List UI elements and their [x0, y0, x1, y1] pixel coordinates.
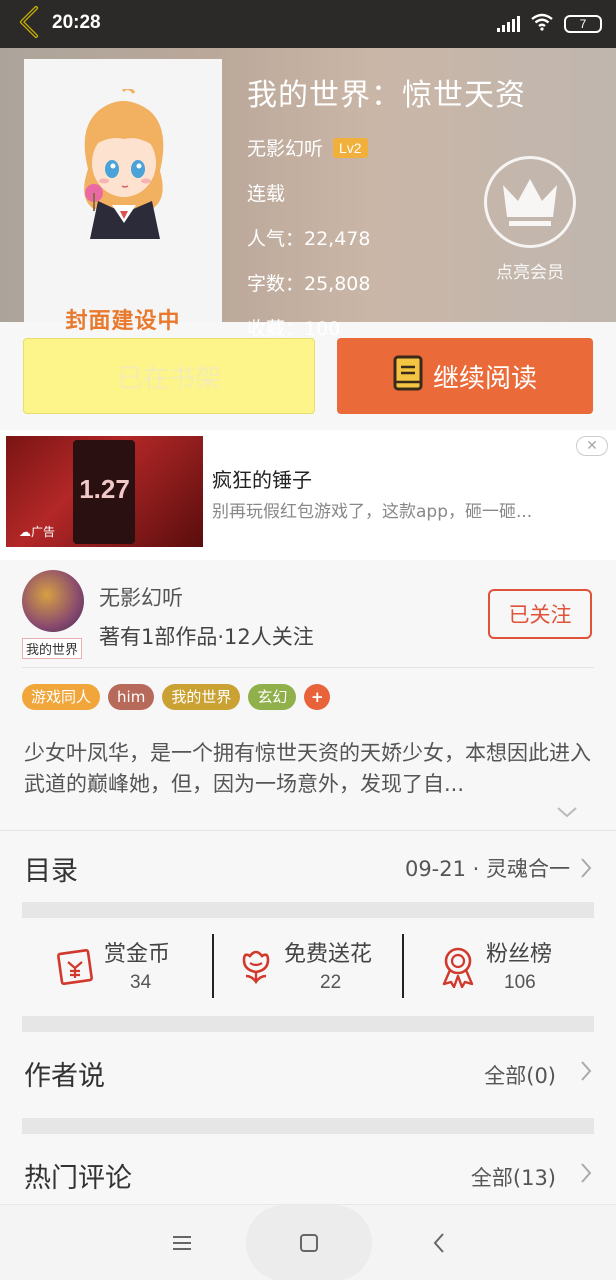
- book-author[interactable]: 无影幻听: [247, 134, 323, 161]
- ad-tag: ☁广告: [19, 525, 56, 539]
- avatar[interactable]: [22, 570, 84, 632]
- hot-comments-count[interactable]: 全部(13): [471, 1162, 556, 1192]
- medal-icon: [438, 946, 478, 992]
- ad-image-number: 1.27: [79, 474, 130, 504]
- tag-item[interactable]: 游戏同人: [22, 684, 101, 710]
- author-stats: 著有1部作品·12人关注: [99, 625, 314, 649]
- author-says-label: 作者说: [24, 1061, 105, 1092]
- status-bar: 20:28 7: [0, 0, 616, 48]
- stat-name: 免费送花: [284, 942, 373, 967]
- status-time: 20:28: [52, 12, 101, 33]
- ad-image[interactable]: 1.27 ☁广告: [6, 436, 203, 547]
- reward-coins-stat[interactable]: 赏金币 34: [56, 936, 196, 1002]
- cover-placeholder-text: 封面建设中: [65, 309, 181, 334]
- ad-banner[interactable]: 1.27 ☁广告 疯狂的锤子 别再玩假红包游戏了，这款app，砸一砸... ✕: [0, 430, 616, 560]
- stat-divider: [212, 934, 214, 998]
- ad-description[interactable]: 别再玩假红包游戏了，这款app，砸一砸...: [212, 497, 592, 522]
- battery-icon: 7: [564, 15, 602, 33]
- signal-icon: [497, 16, 520, 32]
- divider: [22, 667, 594, 668]
- book-description[interactable]: 少女叶凤华，是一个拥有惊世天资的天娇少女，本想因此进入武道的巅峰她，但，因为一场…: [24, 738, 592, 800]
- stat-value: 22: [320, 972, 342, 993]
- stat-divider: [402, 934, 404, 998]
- chevron-right-icon: [580, 1162, 592, 1188]
- book-cover[interactable]: 封面建设中: [24, 59, 222, 334]
- author-level-badge: Lv2: [333, 137, 368, 158]
- flower-icon: [236, 946, 276, 990]
- avatar-tag: 我的世界: [22, 638, 83, 659]
- section-gap: [22, 1118, 594, 1134]
- book-icon: [393, 355, 423, 398]
- home-icon[interactable]: [259, 1205, 359, 1280]
- section-gap: [22, 902, 594, 918]
- fan-ranking-stat[interactable]: 粉丝榜 106: [438, 936, 578, 1002]
- chevron-right-icon: [580, 857, 592, 883]
- stat-name: 赏金币: [104, 942, 171, 967]
- tag-item[interactable]: him: [108, 684, 155, 710]
- system-nav-bar: [0, 1204, 616, 1280]
- follow-button[interactable]: 已关注: [488, 589, 592, 639]
- menu-icon[interactable]: [132, 1205, 232, 1280]
- author-name[interactable]: 无影幻听: [99, 582, 183, 612]
- back-nav-icon[interactable]: [389, 1205, 489, 1280]
- in-bookshelf-button[interactable]: 已在书架: [23, 338, 315, 414]
- ad-title[interactable]: 疯狂的锤子: [212, 464, 312, 493]
- stats-row: 赏金币 34 免费送花 22 粉丝榜 106: [0, 918, 616, 1016]
- author-says-row[interactable]: 作者说 全部(0): [0, 1032, 616, 1116]
- author-says-count[interactable]: 全部(0): [484, 1060, 556, 1090]
- back-icon[interactable]: [14, 4, 44, 40]
- section-gap: [22, 1016, 594, 1032]
- latest-chapter[interactable]: 09-21 · 灵魂合一: [405, 853, 570, 883]
- catalog-label: 目录: [24, 856, 78, 887]
- hot-comments-row[interactable]: 热门评论 全部(13): [0, 1134, 616, 1204]
- book-favorites: 收藏：100: [247, 318, 341, 340]
- book-popularity: 人气：22,478: [247, 228, 371, 250]
- chevron-right-icon: [580, 1060, 592, 1086]
- vip-label[interactable]: 点亮会员: [474, 258, 586, 283]
- add-tag-button[interactable]: +: [304, 684, 331, 710]
- tag-item[interactable]: 玄幻: [248, 684, 297, 710]
- book-title: 我的世界：惊世天资: [247, 78, 526, 113]
- hot-comments-label: 热门评论: [24, 1163, 132, 1194]
- stat-value: 34: [130, 972, 152, 993]
- tag-list: 游戏同人 him 我的世界 玄幻 +: [22, 684, 331, 710]
- tag-item[interactable]: 我的世界: [162, 684, 241, 710]
- cover-girl-illustration: [84, 89, 164, 239]
- stat-value: 106: [504, 972, 536, 993]
- ad-close-button[interactable]: ✕: [576, 436, 608, 456]
- author-card: 我的世界 无影幻听 著有1部作品·12人关注 已关注 游戏同人 him 我的世界…: [0, 560, 616, 830]
- catalog-row[interactable]: 目录 09-21 · 灵魂合一: [0, 830, 616, 902]
- continue-reading-button[interactable]: 继续阅读: [337, 338, 593, 414]
- chevron-down-icon[interactable]: [556, 804, 578, 823]
- stat-name: 粉丝榜: [486, 942, 553, 967]
- wifi-icon: [530, 13, 554, 35]
- continue-reading-label: 继续阅读: [432, 363, 537, 394]
- free-flowers-stat[interactable]: 免费送花 22: [236, 936, 396, 1002]
- coin-envelope-icon: [56, 946, 98, 990]
- vip-crown-icon[interactable]: [484, 156, 576, 248]
